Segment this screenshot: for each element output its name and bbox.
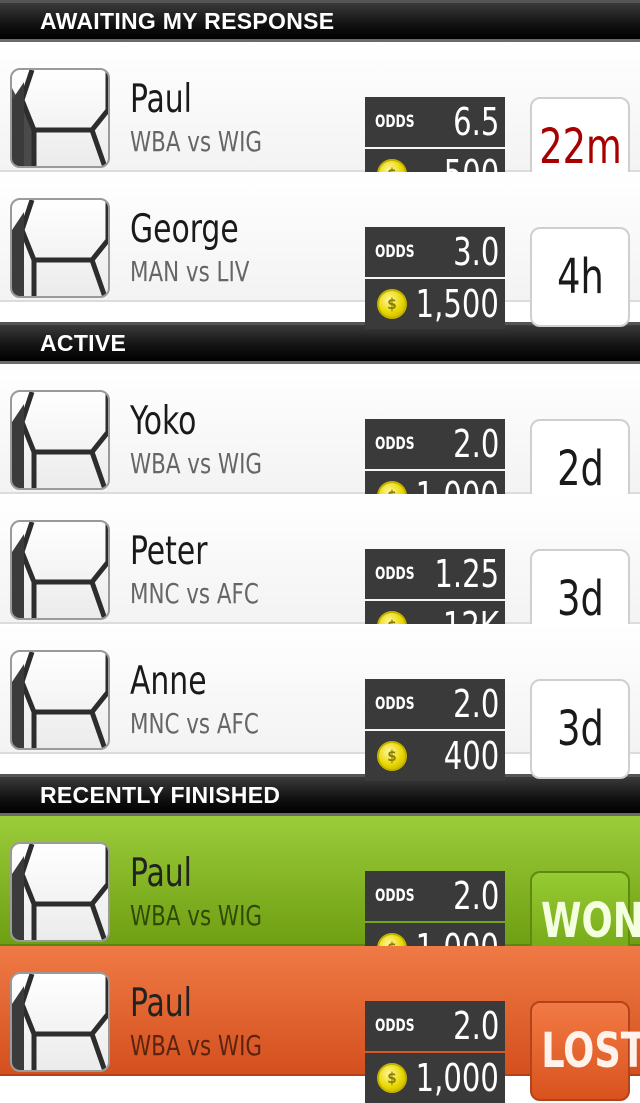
bet-row-lost[interactable]: Paul WBA vs WIG ODDS 2.0 $ 1,000 LOST [0,946,640,1103]
odds-value: 2.0 [452,1004,499,1048]
time-remaining-badge: 3d [530,679,630,779]
odds-label: ODDS [375,694,415,714]
match-name: MAN vs LIV [130,255,250,288]
result-badge-lost: LOST [530,1001,640,1101]
odds-label: ODDS [375,242,415,262]
stake-value: 1,000 [415,1056,499,1100]
section-header-finished: RECENTLY FINISHED [0,774,640,816]
odds-box: ODDS 2.0 [365,871,505,921]
soccer-ball-icon [10,972,110,1072]
soccer-ball-icon [10,842,110,942]
bettor-name: Yoko [130,399,197,444]
bettor-name: George [130,207,239,252]
status-text: 3d [556,701,604,757]
stake-value: 400 [443,734,499,778]
bettor-name: Peter [130,529,208,574]
bet-row[interactable]: George MAN vs LIV ODDS 3.0 $ 1,500 4h [0,172,640,329]
odds-label: ODDS [375,564,415,584]
soccer-ball-icon [10,390,110,490]
soccer-ball-icon [10,520,110,620]
odds-box: ODDS 6.5 [365,97,505,147]
odds-label: ODDS [375,112,415,132]
bet-row[interactable]: Yoko WBA vs WIG ODDS 2.0 $ 1,000 2d [0,364,640,521]
section-title: AWAITING MY RESPONSE [40,8,335,34]
match-name: WBA vs WIG [130,447,263,480]
odds-box: ODDS 2.0 [365,1001,505,1051]
stake-box: $ 1,000 [365,1053,505,1103]
match-name: WBA vs WIG [130,899,263,932]
stake-box: $ 1,500 [365,279,505,329]
odds-value: 1.25 [434,552,499,596]
soccer-ball-icon [10,68,110,168]
stake-value: 1,500 [415,282,499,326]
odds-box: ODDS 3.0 [365,227,505,277]
section-title: RECENTLY FINISHED [40,782,281,808]
coin-icon: $ [377,289,407,319]
odds-box: ODDS 1.25 [365,549,505,599]
odds-value: 6.5 [452,100,499,144]
bet-row[interactable]: Peter MNC vs AFC ODDS 1.25 $ 12K 3d [0,494,640,651]
match-name: MNC vs AFC [130,707,259,740]
section-title: ACTIVE [40,330,127,356]
stake-box: $ 400 [365,731,505,781]
odds-label: ODDS [375,1016,415,1036]
odds-value: 2.0 [452,874,499,918]
odds-box: ODDS 2.0 [365,679,505,729]
bettor-name: Paul [130,77,192,122]
bettor-name: Paul [130,981,192,1026]
coin-icon: $ [377,1063,407,1093]
coin-icon: $ [377,741,407,771]
match-name: WBA vs WIG [130,125,263,158]
odds-value: 2.0 [452,422,499,466]
match-name: WBA vs WIG [130,1029,263,1062]
time-remaining-badge: 4h [530,227,630,327]
bettor-name: Paul [130,851,192,896]
bet-row[interactable]: Anne MNC vs AFC ODDS 2.0 $ 400 3d [0,624,640,781]
odds-box: ODDS 2.0 [365,419,505,469]
odds-label: ODDS [375,886,415,906]
status-text: 4h [556,249,604,305]
bet-row-won[interactable]: Paul WBA vs WIG ODDS 2.0 $ 1,000 WON [0,816,640,973]
match-name: MNC vs AFC [130,577,259,610]
odds-value: 3.0 [452,230,499,274]
odds-value: 2.0 [452,682,499,726]
bettor-name: Anne [130,659,207,704]
section-header-awaiting: AWAITING MY RESPONSE [0,0,640,42]
soccer-ball-icon [10,198,110,298]
bet-row[interactable]: Paul WBA vs WIG ODDS 6.5 $ 500 22m [0,42,640,199]
soccer-ball-icon [10,650,110,750]
status-text: LOST [541,1023,640,1079]
section-header-active: ACTIVE [0,322,640,364]
odds-label: ODDS [375,434,415,454]
